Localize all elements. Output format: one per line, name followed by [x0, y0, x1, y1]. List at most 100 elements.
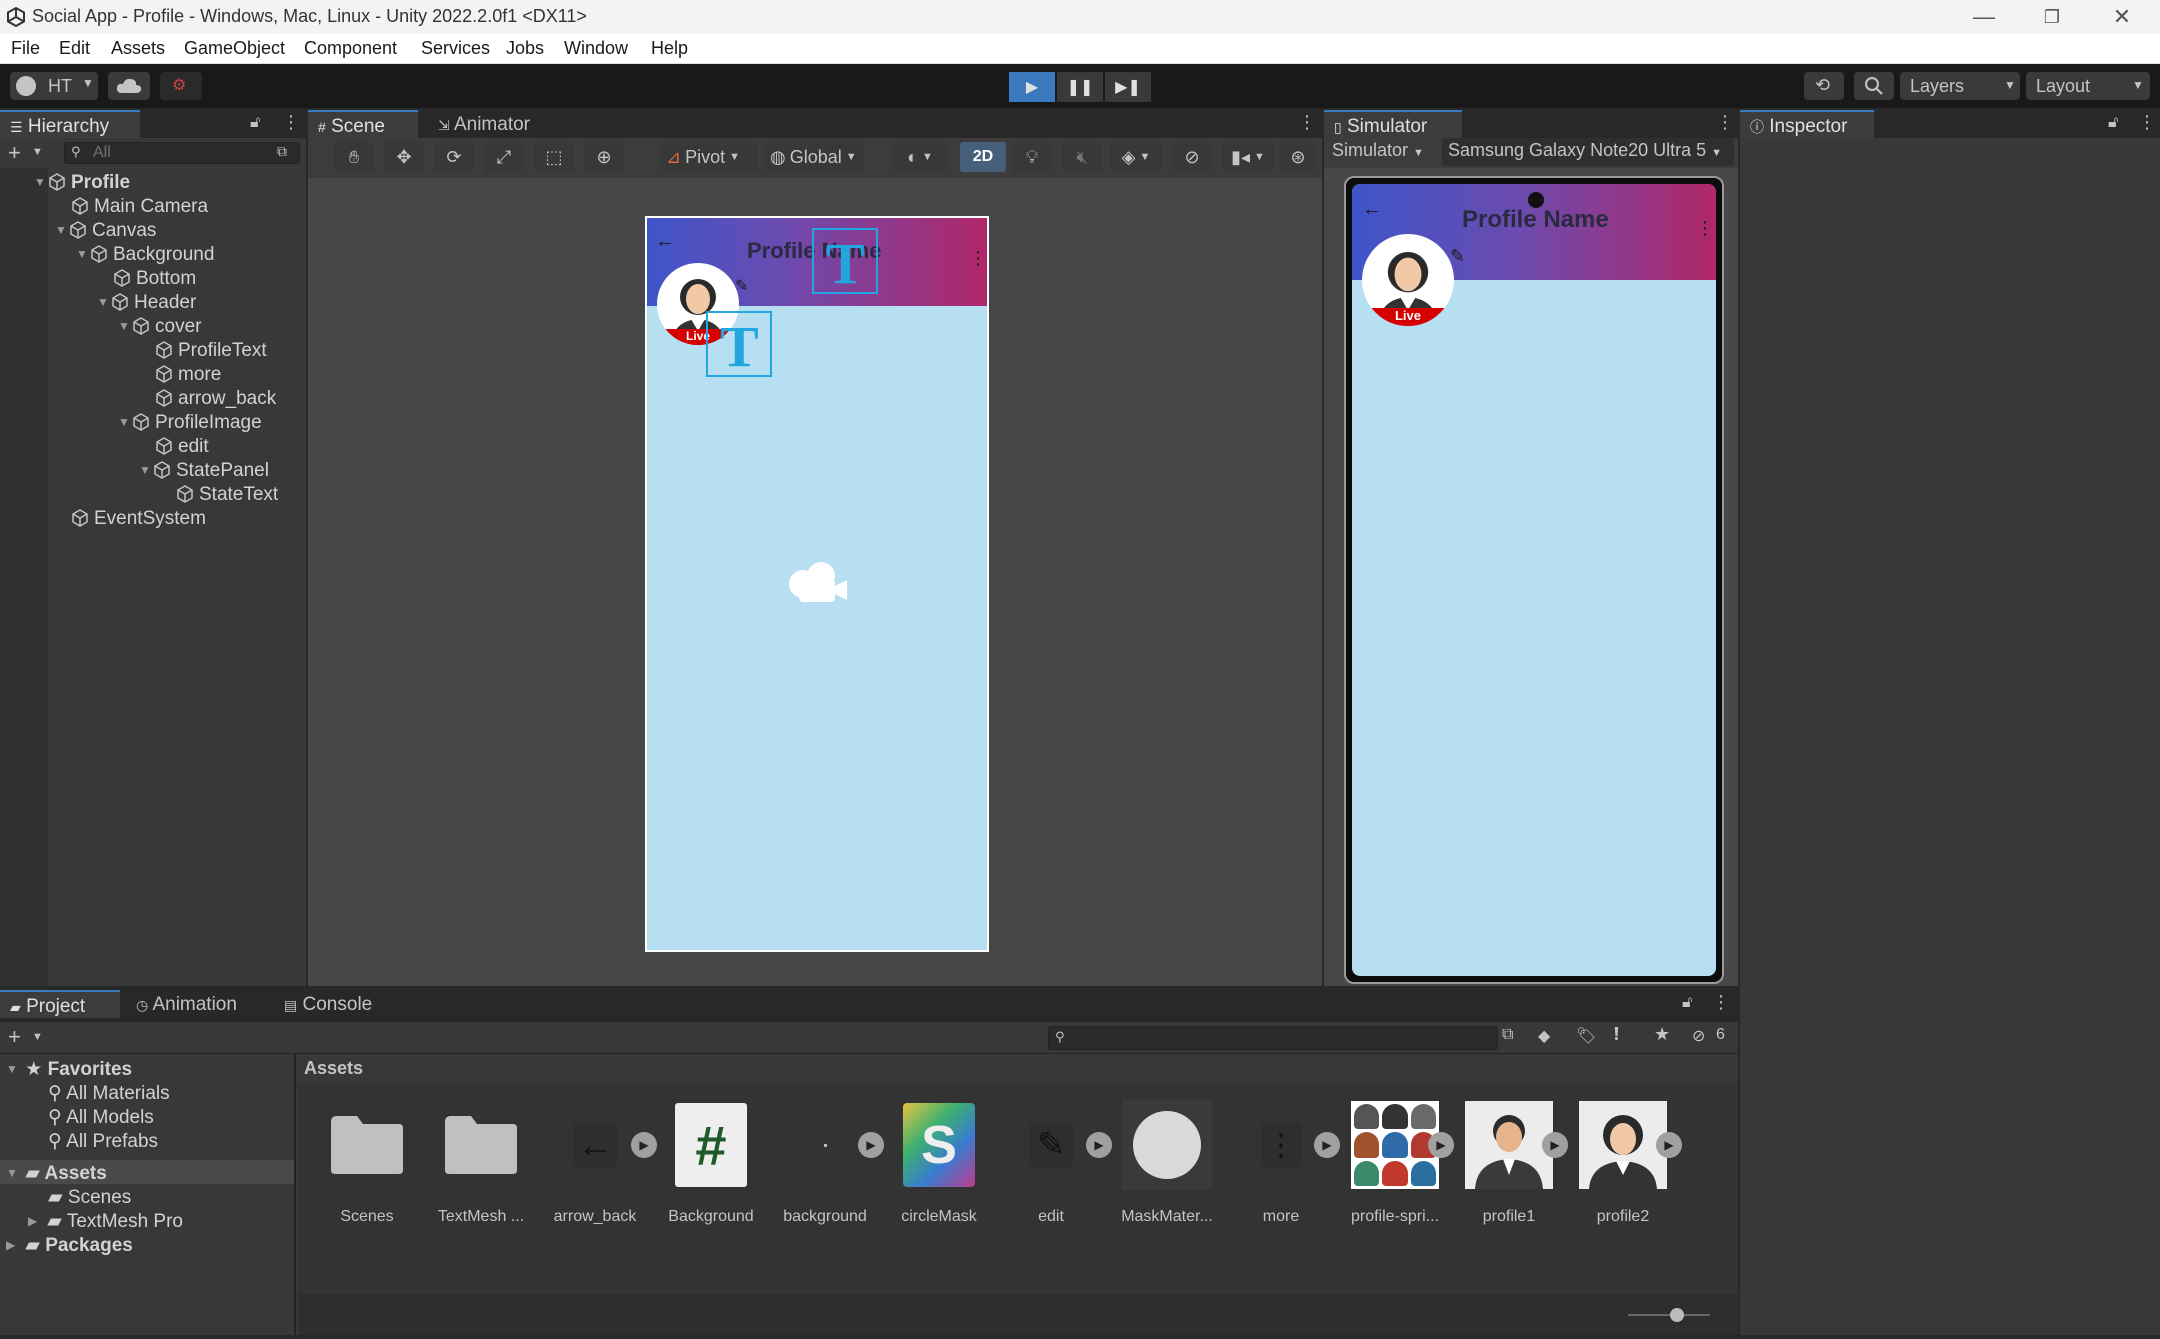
pause-button[interactable]: ❚❚	[1057, 72, 1103, 102]
account-dropdown[interactable]: HT ▼	[10, 72, 98, 100]
layers-dropdown[interactable]: Layers ▼	[1900, 72, 2020, 100]
expand-subasset-button[interactable]: ▶	[1428, 1132, 1454, 1158]
asset-item[interactable]: profile2	[1568, 1100, 1678, 1226]
menu-file[interactable]: File	[11, 38, 40, 59]
hierarchy-item[interactable]: ▼ Profile	[34, 172, 130, 194]
filter-type-icon[interactable]: ◆	[1538, 1026, 1550, 1046]
kebab-menu-icon[interactable]: ⋮	[282, 112, 300, 133]
search-button[interactable]	[1854, 72, 1894, 100]
scale-tool-button[interactable]: ⤢	[484, 142, 524, 172]
asset-item[interactable]: background	[770, 1100, 880, 1226]
warning-icon[interactable]: ❗︎	[1614, 1024, 1619, 1045]
expand-arrow-icon[interactable]: ▼	[118, 415, 132, 429]
star-icon[interactable]: ★	[1654, 1024, 1670, 1045]
expand-arrow-icon[interactable]: ▼	[139, 463, 153, 477]
favorite-item[interactable]: ⚲ All Materials	[48, 1082, 170, 1105]
favorite-item[interactable]: ⚲ All Models	[48, 1106, 154, 1129]
menu-help[interactable]: Help	[651, 38, 688, 59]
hierarchy-item[interactable]: ▼ Canvas	[55, 220, 156, 242]
add-icon[interactable]: +	[8, 140, 21, 166]
hierarchy-item[interactable]: Bottom	[113, 268, 196, 290]
menu-window[interactable]: Window	[564, 38, 628, 59]
draw-mode-dropdown[interactable]: ◐ ▼	[892, 142, 948, 172]
lock-icon[interactable]: 🔓︎	[250, 114, 260, 132]
expand-arrow-icon[interactable]: ▼	[118, 319, 132, 333]
kebab-menu-icon[interactable]: ⋮	[2138, 112, 2156, 133]
expand-subasset-button[interactable]: ▶	[1656, 1132, 1682, 1158]
close-button[interactable]: ✕	[2094, 0, 2150, 34]
folder-item[interactable]: ▰ Scenes	[48, 1186, 131, 1209]
search-scope-icon[interactable]: ⧉	[1502, 1026, 1513, 1044]
tab-animator[interactable]: ⇲ Animator	[428, 110, 548, 138]
asset-item[interactable]: Scenes	[312, 1100, 422, 1226]
simulator-mode-dropdown[interactable]: Simulator ▼	[1332, 140, 1440, 166]
menu-component[interactable]: Component	[304, 38, 397, 59]
hierarchy-item[interactable]: ▼ Background	[76, 244, 214, 266]
pivot-dropdown[interactable]: ⊿ Pivot ▼	[660, 142, 758, 172]
menu-assets[interactable]: Assets	[111, 38, 165, 59]
asset-item[interactable]: ✎ edit	[996, 1100, 1106, 1226]
hidden-eye-icon[interactable]: ⊘	[1692, 1026, 1705, 1046]
chevron-down-icon[interactable]: ▼	[32, 146, 43, 158]
hierarchy-item[interactable]: StateText	[176, 484, 278, 506]
zoom-slider-track[interactable]	[1628, 1314, 1710, 1316]
hierarchy-item[interactable]: edit	[155, 436, 209, 458]
search-options-icon[interactable]: ⧉	[277, 143, 287, 160]
asset-item[interactable]: profile-spri...	[1340, 1100, 1450, 1226]
expand-arrow-icon[interactable]: ▼	[97, 295, 111, 309]
tab-hierarchy[interactable]: ☰ Hierarchy	[0, 110, 140, 138]
global-dropdown[interactable]: ◍ Global ▼	[764, 142, 864, 172]
asset-item[interactable]: profile1	[1454, 1100, 1564, 1226]
add-icon[interactable]: +	[8, 1024, 21, 1050]
hierarchy-item[interactable]: EventSystem	[71, 508, 206, 530]
favorite-item[interactable]: ⚲ All Prefabs	[48, 1130, 158, 1153]
minimize-button[interactable]: —	[1956, 0, 2012, 34]
step-button[interactable]: ▶❚	[1105, 72, 1151, 102]
tab-console[interactable]: ▤ Console	[274, 990, 404, 1018]
menu-jobs[interactable]: Jobs	[506, 38, 544, 59]
lock-icon[interactable]: 🔓︎	[2108, 114, 2118, 132]
tab-inspector[interactable]: ⓘ Inspector	[1740, 110, 1874, 138]
menu-gameobject[interactable]: GameObject	[184, 38, 285, 59]
expand-arrow-icon[interactable]: ▼	[34, 175, 48, 189]
expand-subasset-button[interactable]: ▶	[858, 1132, 884, 1158]
menu-edit[interactable]: Edit	[59, 38, 90, 59]
chevron-down-icon[interactable]: ▼	[32, 1031, 43, 1043]
hierarchy-item[interactable]: ▼ ProfileImage	[118, 412, 262, 434]
breadcrumb-assets[interactable]: Assets	[304, 1058, 363, 1079]
assets-root[interactable]: ▼ ▰ Assets	[6, 1162, 107, 1185]
expand-arrow-icon[interactable]: ▼	[76, 247, 90, 261]
hierarchy-item[interactable]: ▼ Header	[97, 292, 196, 314]
expand-subasset-button[interactable]: ▶	[1542, 1132, 1568, 1158]
hierarchy-item[interactable]: arrow_back	[155, 388, 276, 410]
hierarchy-item[interactable]: ProfileText	[155, 340, 267, 362]
layout-dropdown[interactable]: Layout ▼	[2026, 72, 2150, 100]
zoom-slider-handle[interactable]	[1670, 1308, 1684, 1322]
hierarchy-item[interactable]: ▼ cover	[118, 316, 201, 338]
asset-item[interactable]: S circleMask	[884, 1100, 994, 1226]
asset-item[interactable]: TextMesh ...	[426, 1100, 536, 1226]
move-tool-button[interactable]: ✥	[384, 142, 424, 172]
tab-simulator[interactable]: ▯ Simulator	[1324, 110, 1462, 138]
favorites-header[interactable]: ▼ ★ Favorites	[6, 1058, 132, 1081]
hierarchy-item[interactable]: more	[155, 364, 221, 386]
expand-subasset-button[interactable]: ▶	[631, 1132, 657, 1158]
asset-item[interactable]: MaskMater...	[1112, 1100, 1222, 1226]
cloud-button[interactable]	[108, 72, 150, 100]
gizmos-button[interactable]: ⊛	[1280, 142, 1316, 172]
kebab-menu-icon[interactable]: ⋮	[1712, 992, 1730, 1013]
project-search-input[interactable]: ⚲	[1048, 1026, 1498, 1050]
device-dropdown[interactable]: Samsung Galaxy Note20 Ultra 5 ▼	[1442, 138, 1734, 166]
maximize-button[interactable]: ❐	[2024, 0, 2080, 34]
folder-item[interactable]: ▶ ▰ TextMesh Pro	[28, 1210, 183, 1233]
hierarchy-item[interactable]: ▼ StatePanel	[139, 460, 269, 482]
lighting-toggle[interactable]: 💡︎	[1012, 142, 1052, 172]
asset-item[interactable]: ⋮ more	[1226, 1100, 1336, 1226]
rotate-tool-button[interactable]: ⟳	[434, 142, 474, 172]
visibility-toggle[interactable]: ⊘	[1172, 142, 1212, 172]
rect-tool-button[interactable]: ⬚	[534, 142, 574, 172]
hierarchy-item[interactable]: Main Camera	[71, 196, 208, 218]
camera-dropdown[interactable]: ▮◂ ▼	[1222, 142, 1274, 172]
play-button[interactable]: ▶	[1009, 72, 1055, 102]
history-button[interactable]: ⟲	[1804, 72, 1844, 100]
